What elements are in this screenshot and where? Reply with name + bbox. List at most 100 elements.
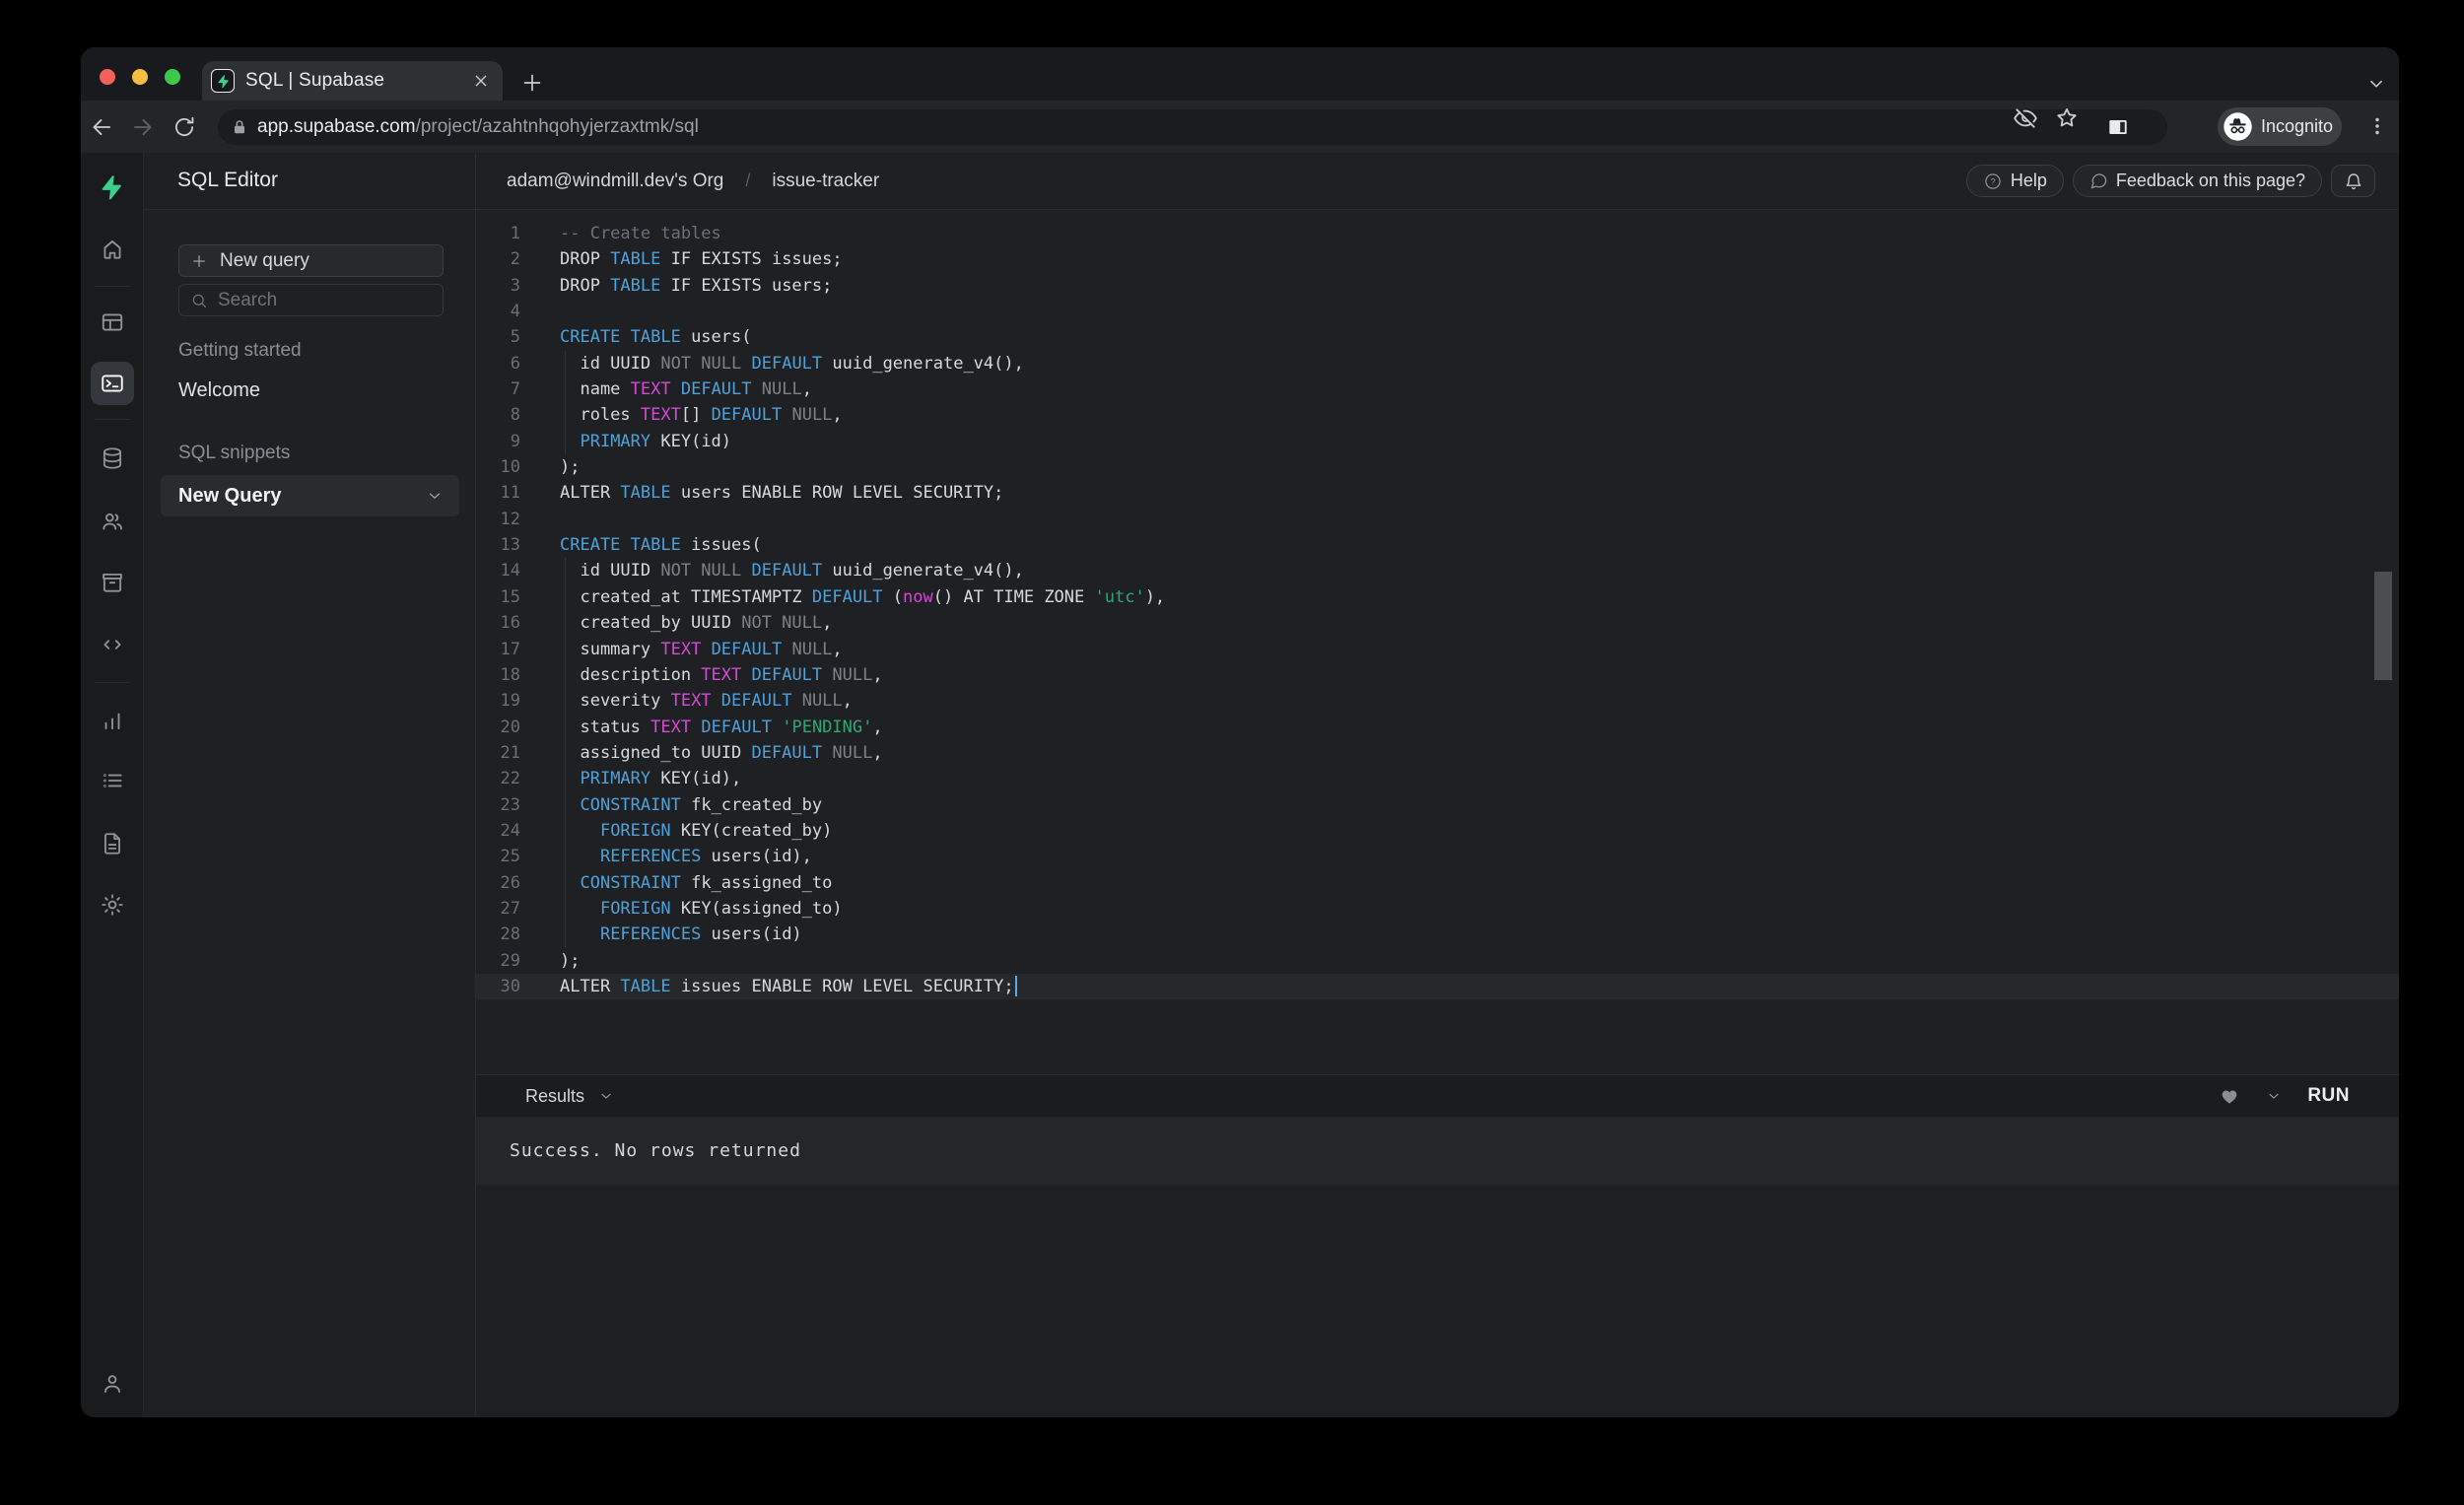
- results-message-row: Success. No rows returned: [476, 1117, 2399, 1185]
- line-number: 5: [476, 324, 520, 350]
- sidebar-item-new-query[interactable]: New Query: [161, 475, 459, 516]
- supabase-logo-icon[interactable]: [98, 173, 125, 201]
- reports-icon[interactable]: [100, 708, 125, 733]
- line-number: 15: [476, 584, 520, 610]
- browser-tab[interactable]: SQL | Supabase: [202, 61, 503, 101]
- edge-functions-icon[interactable]: [100, 632, 125, 657]
- reload-icon[interactable]: [171, 114, 197, 140]
- sql-code-editor[interactable]: 1-- Create tables2DROP TABLE IF EXISTS i…: [476, 210, 2399, 1074]
- code-line[interactable]: 10);: [476, 454, 2399, 480]
- url-bar[interactable]: app.supabase.com/project/azahtnhqohyjerz…: [218, 109, 2167, 145]
- code-line[interactable]: 25 REFERENCES users(id),: [476, 844, 2399, 869]
- storage-icon[interactable]: [100, 570, 125, 595]
- line-number: 4: [476, 299, 520, 324]
- results-actions: RUN: [2219, 1085, 2350, 1107]
- window-minimize-button[interactable]: [132, 69, 148, 85]
- code-line[interactable]: 6 id UUID NOT NULL DEFAULT uuid_generate…: [476, 351, 2399, 376]
- code-line[interactable]: 1-- Create tables: [476, 221, 2399, 246]
- code-line[interactable]: 22 PRIMARY KEY(id),: [476, 766, 2399, 791]
- star-icon[interactable]: [2054, 105, 2080, 131]
- code-line[interactable]: 23 CONSTRAINT fk_created_by: [476, 792, 2399, 818]
- code-line[interactable]: 28 REFERENCES users(id): [476, 922, 2399, 947]
- table-editor-icon[interactable]: [100, 309, 125, 335]
- plus-icon: [190, 252, 208, 270]
- code-line[interactable]: 16 created_by UUID NOT NULL,: [476, 610, 2399, 636]
- account-icon[interactable]: [100, 1371, 125, 1397]
- three-dots-icon[interactable]: [2365, 113, 2389, 139]
- code-line[interactable]: 11ALTER TABLE users ENABLE ROW LEVEL SEC…: [476, 480, 2399, 506]
- line-number: 6: [476, 351, 520, 376]
- bell-icon: [2344, 171, 2363, 191]
- main-panel: adam@windmill.dev's Org / issue-tracker …: [475, 153, 2399, 1417]
- lock-icon[interactable]: [230, 117, 249, 137]
- code-line[interactable]: 4: [476, 299, 2399, 324]
- code-line[interactable]: 26 CONSTRAINT fk_assigned_to: [476, 870, 2399, 896]
- line-number: 14: [476, 558, 520, 583]
- code-line[interactable]: 21 assigned_to UUID DEFAULT NULL,: [476, 740, 2399, 766]
- search-input[interactable]: [218, 290, 415, 311]
- heart-icon[interactable]: [2219, 1085, 2240, 1107]
- chevron-down-icon[interactable]: [598, 1088, 614, 1104]
- code-text: FOREIGN KEY(created_by): [560, 818, 832, 844]
- code-line[interactable]: 27 FOREIGN KEY(assigned_to): [476, 896, 2399, 922]
- notifications-button[interactable]: [2331, 165, 2375, 197]
- rail-item-sql-editor[interactable]: [91, 362, 134, 405]
- code-line[interactable]: 29);: [476, 948, 2399, 974]
- code-line[interactable]: 18 description TEXT DEFAULT NULL,: [476, 662, 2399, 688]
- code-line[interactable]: 20 status TEXT DEFAULT 'PENDING',: [476, 715, 2399, 740]
- code-line[interactable]: 30ALTER TABLE issues ENABLE ROW LEVEL SE…: [476, 974, 2399, 999]
- url-path: /project/azahtnhqohyjerzaxtmk/sql: [416, 116, 699, 137]
- code-line[interactable]: 9 PRIMARY KEY(id): [476, 429, 2399, 454]
- code-text: roles TEXT[] DEFAULT NULL,: [560, 402, 843, 428]
- code-text: DROP TABLE IF EXISTS users;: [560, 273, 832, 299]
- help-button-label: Help: [2011, 171, 2047, 191]
- code-line[interactable]: 2DROP TABLE IF EXISTS issues;: [476, 246, 2399, 272]
- code-text: assigned_to UUID DEFAULT NULL,: [560, 740, 883, 766]
- code-line[interactable]: 7 name TEXT DEFAULT NULL,: [476, 376, 2399, 402]
- side-panel-icon[interactable]: [2105, 114, 2131, 140]
- code-text: PRIMARY KEY(id),: [560, 766, 741, 791]
- eye-off-icon[interactable]: [2013, 105, 2038, 131]
- window-zoom-button[interactable]: [165, 69, 180, 85]
- database-icon[interactable]: [100, 445, 125, 471]
- line-number: 26: [476, 870, 520, 896]
- settings-gear-icon[interactable]: [100, 892, 125, 918]
- home-icon[interactable]: [100, 237, 125, 262]
- plus-icon[interactable]: [520, 71, 544, 95]
- results-dropdown-label[interactable]: Results: [525, 1086, 584, 1107]
- run-button[interactable]: RUN: [2307, 1085, 2350, 1107]
- feedback-button[interactable]: Feedback on this page?: [2073, 165, 2322, 197]
- chevron-down-icon[interactable]: [2365, 73, 2387, 95]
- new-query-button[interactable]: New query: [178, 244, 444, 277]
- code-line[interactable]: 24 FOREIGN KEY(created_by): [476, 818, 2399, 844]
- line-number: 3: [476, 273, 520, 299]
- breadcrumb-org[interactable]: adam@windmill.dev's Org: [507, 171, 723, 192]
- code-line[interactable]: 17 summary TEXT DEFAULT NULL,: [476, 637, 2399, 662]
- code-line[interactable]: 3 DROP TABLE IF EXISTS users;: [476, 273, 2399, 299]
- chevron-down-icon[interactable]: [2266, 1088, 2282, 1104]
- arrow-right-icon[interactable]: [130, 114, 156, 140]
- auth-users-icon[interactable]: [100, 509, 125, 534]
- code-line[interactable]: 15 created_at TIMESTAMPTZ DEFAULT (now()…: [476, 584, 2399, 610]
- logs-icon[interactable]: [100, 768, 125, 793]
- code-line[interactable]: 13CREATE TABLE issues(: [476, 532, 2399, 558]
- line-number: 2: [476, 246, 520, 272]
- code-line[interactable]: 14 id UUID NOT NULL DEFAULT uuid_generat…: [476, 558, 2399, 583]
- code-text: -- Create tables: [560, 221, 721, 246]
- search-box[interactable]: [178, 284, 444, 316]
- window-close-button[interactable]: [100, 69, 115, 85]
- code-line[interactable]: 19 severity TEXT DEFAULT NULL,: [476, 688, 2399, 714]
- arrow-left-icon[interactable]: [89, 114, 114, 140]
- docs-icon[interactable]: [100, 831, 125, 856]
- incognito-badge[interactable]: Incognito: [2218, 107, 2342, 146]
- incognito-label: Incognito: [2261, 116, 2333, 137]
- breadcrumb-project[interactable]: issue-tracker: [772, 171, 879, 192]
- scrollbar-thumb[interactable]: [2374, 572, 2392, 680]
- search-icon: [190, 292, 208, 309]
- help-button[interactable]: ? Help: [1966, 165, 2064, 197]
- code-line[interactable]: 5CREATE TABLE users(: [476, 324, 2399, 350]
- code-line[interactable]: 12: [476, 507, 2399, 532]
- close-icon[interactable]: [471, 71, 491, 91]
- code-line[interactable]: 8 roles TEXT[] DEFAULT NULL,: [476, 402, 2399, 428]
- sidebar-item-welcome[interactable]: Welcome: [178, 379, 260, 402]
